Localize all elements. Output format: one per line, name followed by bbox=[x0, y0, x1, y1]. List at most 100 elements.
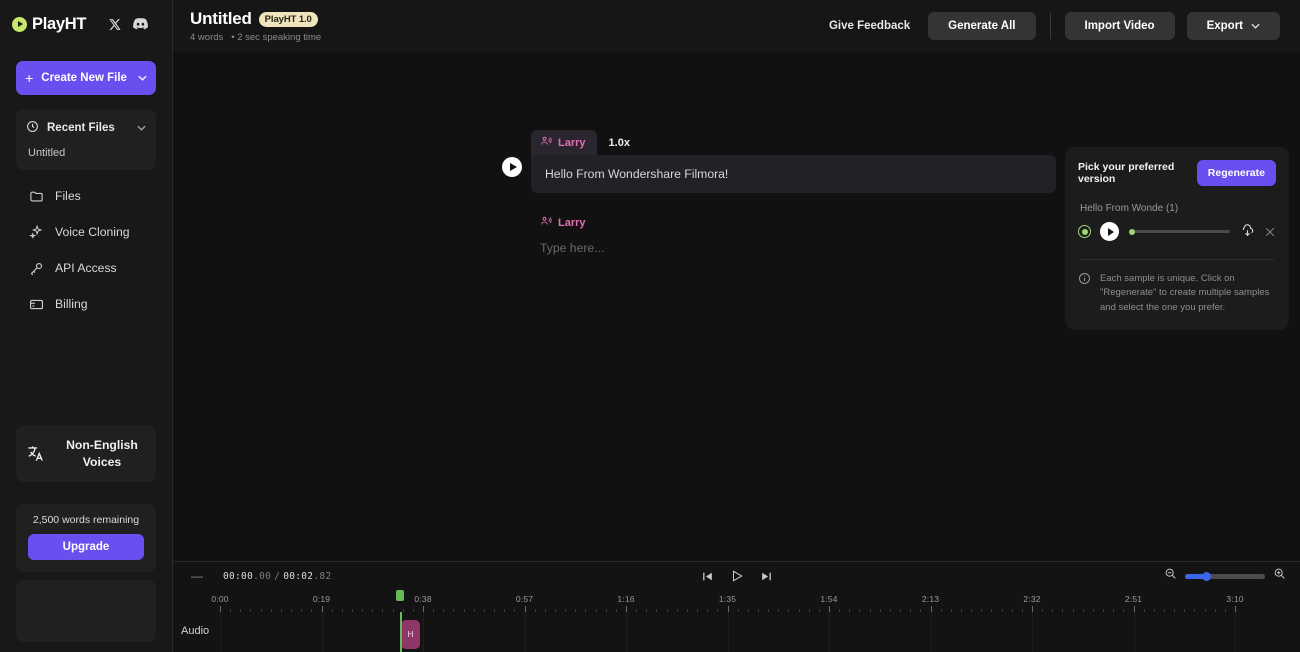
block-play-button[interactable] bbox=[502, 157, 522, 177]
regenerate-button[interactable]: Regenerate bbox=[1196, 160, 1276, 186]
discord-icon[interactable] bbox=[133, 18, 149, 30]
top-header-bar: Untitled PlayHT 1.0 4 words • 2 sec spea… bbox=[173, 0, 1300, 52]
timecode-separator: / bbox=[274, 570, 281, 582]
credit-card-icon bbox=[28, 296, 44, 312]
playht-logo[interactable]: PlayHT bbox=[12, 15, 86, 34]
zoom-out-icon[interactable] bbox=[1164, 567, 1177, 585]
sidebar-item-voice-cloning[interactable]: Voice Cloning bbox=[0, 214, 172, 250]
timeline-controls: — 00:00.00/00:02.82 bbox=[173, 562, 1300, 590]
document-info: Untitled PlayHT 1.0 4 words • 2 sec spea… bbox=[190, 9, 321, 43]
editor-empty-line[interactable]: Type here... bbox=[540, 241, 1056, 255]
transport-controls bbox=[701, 569, 773, 583]
timeline-gridline bbox=[930, 612, 932, 652]
timeline-tracks: Audio H bbox=[173, 612, 1300, 652]
chevron-down-icon bbox=[1251, 20, 1260, 32]
voice-selector-chip-2[interactable]: Larry bbox=[540, 215, 1056, 230]
timeline-gridline bbox=[220, 612, 221, 652]
non-english-voices-button[interactable]: Non-English Voices bbox=[16, 425, 156, 482]
timeline-gridline bbox=[1133, 612, 1135, 652]
sample-play-button[interactable] bbox=[1100, 222, 1119, 241]
editor-text-input[interactable]: Hello From Wondershare Filmora! bbox=[531, 155, 1056, 193]
playhead[interactable] bbox=[400, 612, 402, 652]
plus-icon: + bbox=[25, 70, 34, 86]
app-root: PlayHT + Create New File Recent Files Un… bbox=[0, 0, 1300, 652]
x-icon[interactable] bbox=[108, 18, 121, 31]
radio-selected-icon[interactable] bbox=[1078, 225, 1091, 238]
recent-files-label: Recent Files bbox=[47, 122, 115, 134]
translate-icon bbox=[24, 444, 46, 463]
timeline-zoom-slider[interactable] bbox=[1185, 571, 1265, 581]
sidebar-item-billing[interactable]: Billing bbox=[0, 286, 172, 322]
create-new-file-button[interactable]: + Create New File bbox=[16, 61, 156, 95]
timeline-gridline bbox=[1032, 612, 1033, 652]
import-video-button[interactable]: Import Video bbox=[1064, 12, 1175, 40]
timeline-zoom-controls bbox=[1164, 567, 1286, 585]
sidebar-item-files[interactable]: Files bbox=[0, 178, 172, 214]
recent-files-header[interactable]: Recent Files bbox=[16, 114, 156, 142]
folder-icon bbox=[28, 188, 44, 204]
export-label: Export bbox=[1206, 20, 1243, 32]
skip-to-start-icon[interactable] bbox=[701, 570, 714, 583]
give-feedback-button[interactable]: Give Feedback bbox=[823, 20, 916, 32]
play-icon[interactable] bbox=[730, 569, 744, 583]
sidebar-item-label: Files bbox=[55, 189, 81, 203]
logo-play-icon bbox=[12, 16, 27, 32]
generate-all-button[interactable]: Generate All bbox=[928, 12, 1036, 40]
voice-selector-chip[interactable]: Larry bbox=[531, 130, 597, 155]
timeline-gridline bbox=[626, 612, 627, 652]
ruler-tick-label: 2:51 bbox=[1124, 594, 1143, 604]
sample-name: Hello From Wonde (1) bbox=[1080, 203, 1179, 214]
sample-progress-slider[interactable] bbox=[1129, 228, 1230, 235]
ruler-tick-label: 3:10 bbox=[1226, 594, 1244, 604]
panel-divider bbox=[1080, 259, 1274, 260]
timeline-gridline bbox=[321, 612, 323, 652]
editor-block: Larry 1.0x Hello From Wondershare Filmor… bbox=[502, 130, 1056, 255]
brand-bar: PlayHT bbox=[0, 0, 172, 48]
ruler-tick-label: 1:16 bbox=[617, 594, 635, 604]
header-divider bbox=[1049, 13, 1051, 39]
upgrade-button[interactable]: Upgrade bbox=[28, 534, 144, 560]
current-time: 00:00 bbox=[223, 570, 254, 582]
version-panel-header: Pick your preferred version Regenerate bbox=[1078, 160, 1276, 186]
export-button[interactable]: Export bbox=[1186, 12, 1280, 40]
page-title: Untitled bbox=[190, 9, 252, 28]
speaking-time: • 2 sec speaking time bbox=[231, 32, 322, 43]
sidebar-item-label: Billing bbox=[55, 297, 88, 311]
timeline-ruler[interactable]: 0:00 0:19 0:38 0:57 1:16 1:35 1:54 2:13 2:32 2:51… bbox=[173, 590, 1300, 612]
ruler-tick-label: 2:32 bbox=[1023, 594, 1041, 604]
skip-to-end-icon[interactable] bbox=[760, 570, 773, 583]
clock-icon bbox=[26, 120, 39, 136]
play-icon bbox=[509, 163, 517, 171]
social-links bbox=[108, 18, 149, 31]
zoom-in-icon[interactable] bbox=[1273, 567, 1286, 585]
words-remaining-label: 2,500 words remaining bbox=[32, 514, 140, 526]
ruler-tick-label: 0:57 bbox=[515, 594, 534, 604]
timeline-gridline bbox=[1235, 612, 1236, 652]
playhead-handle[interactable] bbox=[396, 590, 404, 601]
close-icon[interactable] bbox=[1264, 226, 1276, 238]
ruler-tick-label: 0:38 bbox=[414, 594, 432, 604]
word-count: 4 words bbox=[190, 32, 224, 43]
timeline-gridline bbox=[524, 612, 526, 652]
sample-row bbox=[1078, 222, 1276, 241]
sidebar-item-label: Voice Cloning bbox=[55, 225, 130, 239]
speed-selector[interactable]: 1.0x bbox=[609, 137, 630, 149]
menu-icon[interactable]: — bbox=[185, 570, 209, 582]
sidebar-item-api-access[interactable]: API Access bbox=[0, 250, 172, 286]
total-time: 00:02 bbox=[283, 570, 314, 582]
left-sidebar: PlayHT + Create New File Recent Files Un… bbox=[0, 0, 173, 652]
audio-clip[interactable]: H bbox=[401, 620, 420, 649]
timeline-gridline bbox=[829, 612, 830, 652]
version-badge: PlayHT 1.0 bbox=[258, 11, 318, 27]
header-actions: Give Feedback Generate All Import Video … bbox=[823, 12, 1280, 40]
info-icon bbox=[1078, 272, 1091, 290]
download-icon[interactable] bbox=[1240, 224, 1255, 239]
version-picker-panel: Pick your preferred version Regenerate H… bbox=[1065, 147, 1289, 331]
sidebar-bottom-card bbox=[16, 580, 156, 642]
ruler-tick-label: 2:13 bbox=[921, 594, 940, 604]
editor-area: Larry 1.0x Hello From Wondershare Filmor… bbox=[173, 52, 1300, 561]
timeline-panel: — 00:00.00/00:02.82 0:00 0:19 0:38 0:57 … bbox=[173, 561, 1300, 652]
recent-file-item[interactable]: Untitled bbox=[16, 142, 156, 162]
voice-icon bbox=[540, 215, 552, 230]
